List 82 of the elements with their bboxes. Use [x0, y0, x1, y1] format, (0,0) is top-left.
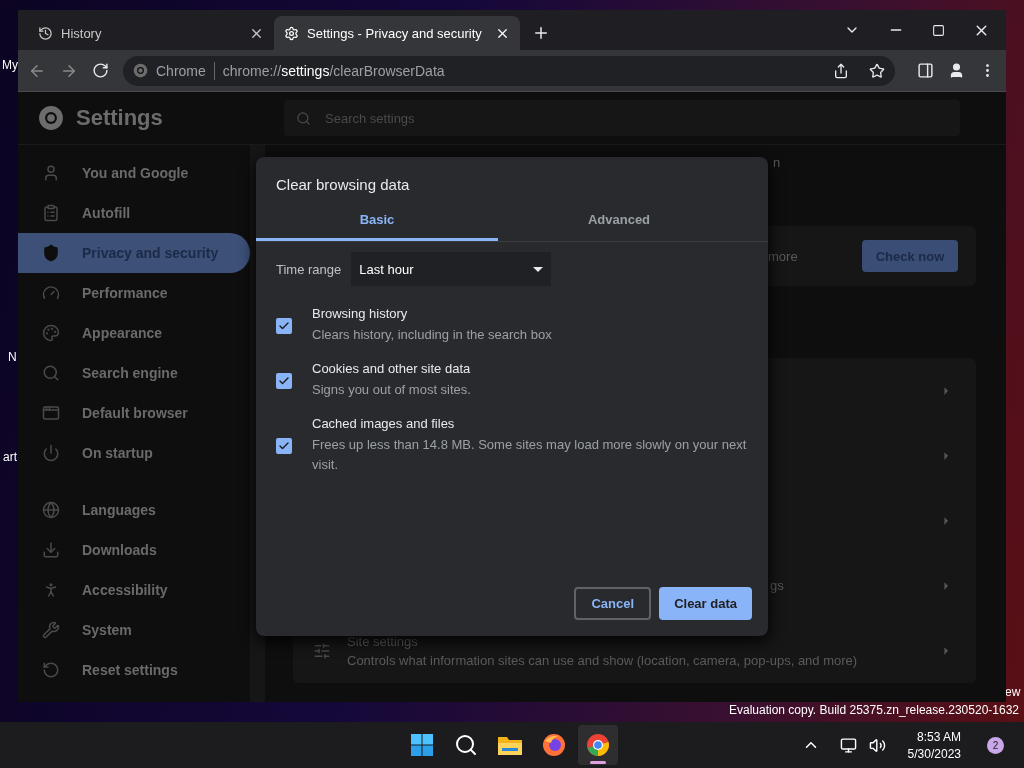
desktop-icon-label: My: [2, 58, 18, 72]
search-icon: [42, 364, 60, 382]
history-icon: [38, 25, 53, 41]
clock[interactable]: 8:53 AM 5/30/2023: [907, 729, 961, 761]
row-title: gs: [770, 578, 784, 593]
person-icon: [42, 164, 60, 182]
row-description: Controls what information sites can use and show (location, camera, pop-ups, and more): [347, 652, 859, 668]
sidebar-item[interactable]: Downloads: [18, 530, 250, 570]
browser-tab[interactable]: Settings - Privacy and security: [274, 16, 520, 50]
sidebar-item[interactable]: Search engine: [18, 353, 250, 393]
sliders-icon: [313, 641, 331, 660]
check-icon: [278, 374, 290, 387]
shield-icon: [42, 244, 60, 262]
desktop-icon-label: N: [8, 350, 17, 364]
dialog-title: Clear browsing data: [275, 175, 411, 193]
power-icon: [42, 444, 60, 462]
bookmark-star-icon[interactable]: [869, 62, 885, 79]
sidebar-item[interactable]: Accessibility: [18, 570, 250, 610]
checkbox[interactable]: [276, 372, 292, 389]
sidebar-item[interactable]: Languages: [18, 490, 250, 530]
sidebar-item[interactable]: Default browser: [18, 393, 250, 433]
reload-icon[interactable]: [92, 62, 109, 79]
network-icon[interactable]: [839, 736, 857, 754]
notification-badge[interactable]: 2: [987, 736, 1004, 754]
sidebar-item[interactable]: Appearance: [18, 313, 250, 353]
site-name: Chrome: [156, 62, 206, 79]
url-text: chrome://settings/clearBrowserData: [222, 62, 445, 79]
settings-title: Settings: [76, 105, 164, 131]
checkbox[interactable]: [276, 317, 292, 334]
dialog-tab[interactable]: Basic: [256, 201, 498, 241]
browser-tab[interactable]: History: [28, 16, 274, 50]
maximize-icon[interactable]: [932, 23, 945, 37]
sidebar-item[interactable]: Reset settings: [18, 650, 250, 690]
chrome-logo-icon: [38, 105, 64, 131]
folder-icon: [497, 734, 523, 756]
search-icon: [296, 110, 311, 126]
globe-icon: [42, 501, 60, 519]
option-title: Cached images and files: [312, 416, 456, 431]
check-icon: [278, 319, 290, 332]
address-bar[interactable]: Chrome chrome://settings/clearBrowserData: [123, 55, 895, 86]
volume-icon[interactable]: [868, 736, 886, 754]
sidebar-item[interactable]: On startup: [18, 433, 250, 473]
desktop-icon-label: ew: [1005, 685, 1021, 699]
windows-logo-icon: [410, 733, 434, 757]
search-icon: [454, 733, 478, 757]
clipboard-icon: [42, 204, 60, 222]
heading-text: n: [772, 155, 782, 170]
settings-icon: [284, 25, 299, 41]
sidebar-item[interactable]: System: [18, 610, 250, 650]
clear-data-button[interactable]: Clear data: [659, 587, 752, 620]
share-icon[interactable]: [833, 62, 849, 79]
dialog-tab[interactable]: Advanced: [498, 201, 740, 241]
link-text: more: [768, 248, 798, 264]
gauge-icon: [42, 284, 60, 302]
sidebar-item[interactable]: Performance: [18, 273, 250, 313]
sidebar-item[interactable]: You and Google: [18, 153, 250, 193]
caret-icon: [533, 266, 544, 272]
check-icon: [278, 439, 290, 452]
cancel-button[interactable]: Cancel: [574, 587, 652, 620]
profile-icon[interactable]: [948, 62, 965, 79]
desktop-icon-label: art: [3, 450, 17, 464]
firefox-icon: [542, 733, 566, 757]
history-icon: [42, 661, 60, 679]
palette-icon: [42, 324, 60, 342]
option-title: Cookies and other site data: [312, 361, 471, 376]
time-range-label: Time range: [276, 261, 342, 277]
new-tab-icon[interactable]: [532, 24, 550, 42]
time-range-dropdown[interactable]: Last hour: [351, 252, 552, 286]
side-panel-icon[interactable]: [917, 62, 934, 79]
watermark-text: Evaluation copy. Build 25375.zn_release.230520-1632: [729, 703, 1019, 717]
option-title: Browsing history: [312, 306, 409, 321]
checkbox[interactable]: [276, 437, 292, 454]
wrench-icon: [42, 621, 60, 639]
option-description: Clears history, including in the search box: [312, 326, 552, 344]
chrome-icon: [133, 63, 148, 78]
sidebar-item[interactable]: Autofill: [18, 193, 250, 233]
option-description: Frees up less than 14.8 MB. Some sites may load more slowly on your next visit.: [312, 436, 748, 474]
chrome-icon: [586, 733, 610, 757]
taskbar-app[interactable]: [578, 725, 618, 765]
window-icon: [42, 404, 60, 422]
option-description: Signs you out of most sites.: [312, 381, 471, 399]
download-icon: [42, 541, 60, 559]
